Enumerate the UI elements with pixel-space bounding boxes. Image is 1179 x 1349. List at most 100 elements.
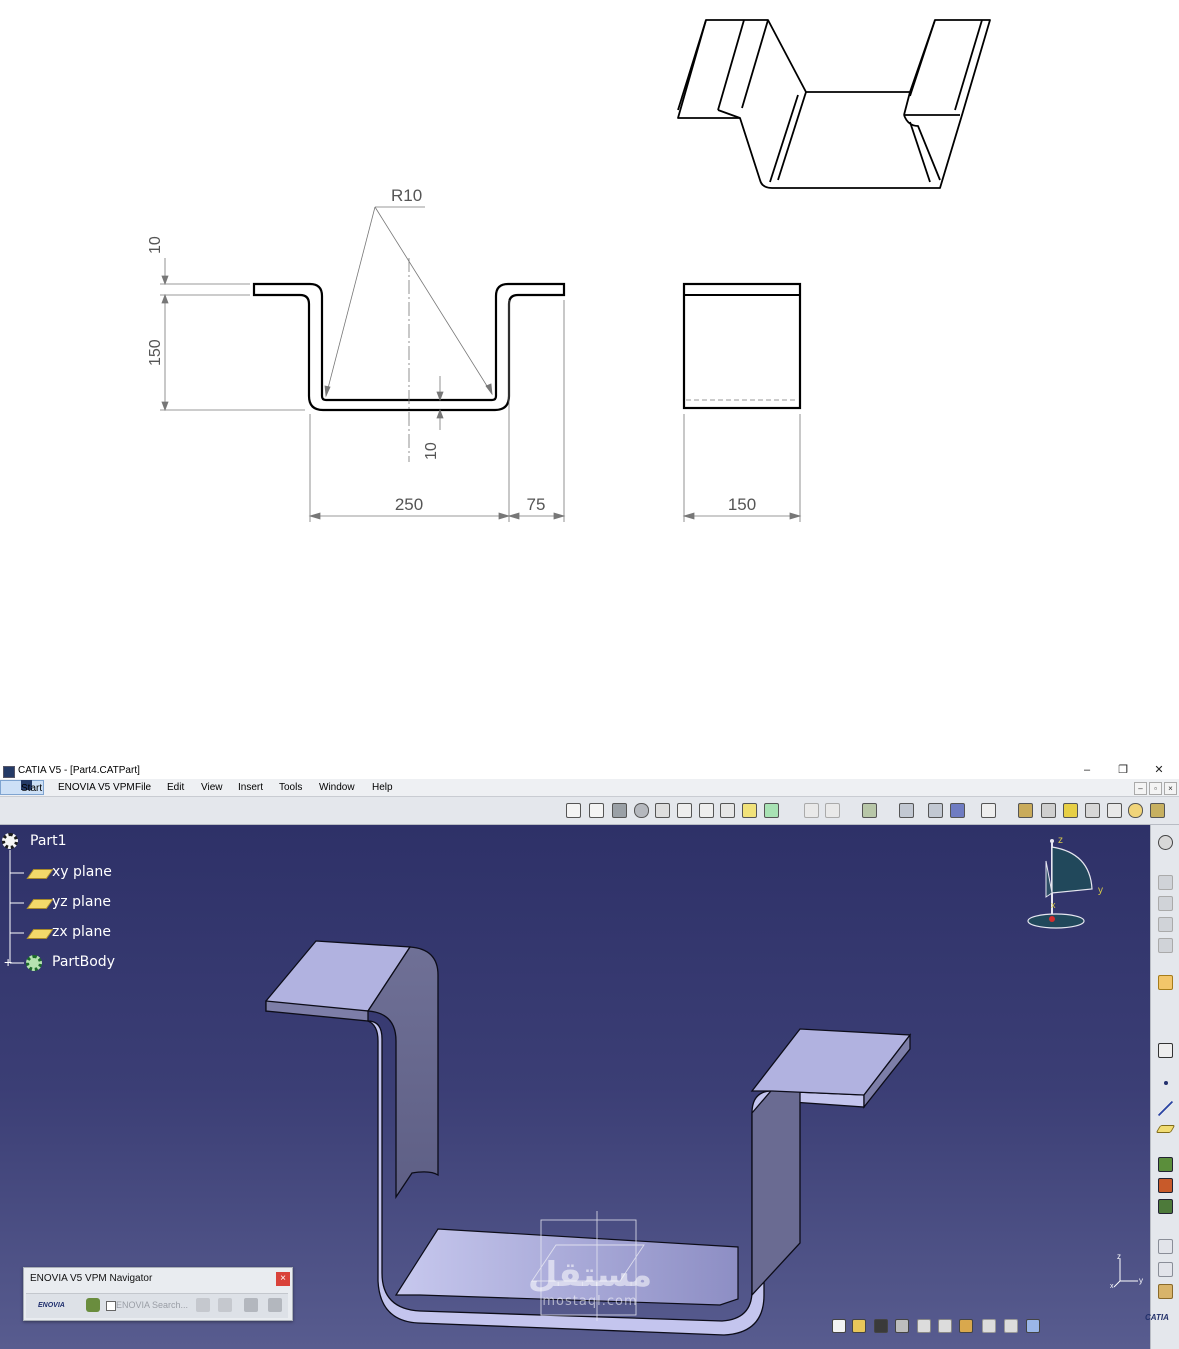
save-icon[interactable] — [874, 1319, 888, 1333]
dimension-lines — [160, 206, 802, 522]
menu-tools[interactable]: Tools — [279, 779, 302, 796]
nav-tool-4-icon[interactable] — [268, 1298, 282, 1312]
minimize-button[interactable]: – — [1072, 762, 1102, 779]
mdi-close-button[interactable]: × — [1164, 782, 1177, 795]
undo-icon[interactable] — [982, 1319, 996, 1333]
watermark-latin: mostaql.com — [542, 1294, 638, 1309]
restore-button[interactable]: ❐ — [1108, 762, 1138, 779]
open-icon[interactable] — [852, 1319, 866, 1333]
thickness-icon[interactable] — [764, 803, 779, 818]
menu-insert[interactable]: Insert — [238, 779, 263, 796]
pocket-icon[interactable] — [634, 803, 649, 818]
menu-enovia[interactable]: ENOVIA V5 VPM — [58, 779, 135, 796]
grid-icon[interactable] — [950, 803, 965, 818]
axis-triad: z y x — [1110, 1253, 1143, 1289]
constraint-2-icon[interactable] — [1158, 896, 1173, 911]
enovia-logo: ENOVIA — [38, 1302, 65, 1309]
watermark-arabic: مستقل — [527, 1255, 653, 1295]
constraint-1-icon[interactable] — [1158, 875, 1173, 890]
dim-thickness-bottom: 10 — [423, 442, 440, 460]
plane-icon[interactable] — [1155, 1125, 1176, 1133]
view-iso-icon[interactable] — [1018, 803, 1033, 818]
enovia-search-field[interactable]: ENOVIA Search... — [116, 1300, 188, 1310]
start-label: Start — [21, 783, 43, 794]
annotation-icon[interactable] — [1158, 1239, 1173, 1254]
shaft-icon[interactable] — [655, 803, 670, 818]
pad-icon[interactable] — [612, 803, 627, 818]
sketch-tool-icon[interactable] — [566, 803, 581, 818]
measure-2-icon[interactable] — [1158, 1178, 1173, 1193]
menu-bar: Start ENOVIA V5 VPM File Edit View Inser… — [0, 779, 1179, 797]
constraint-4-icon[interactable] — [1158, 938, 1173, 953]
compass-widget[interactable]: z y x — [1024, 833, 1110, 933]
line-icon[interactable] — [1158, 1101, 1173, 1116]
boolean-icon[interactable] — [825, 803, 840, 818]
workbench-gear-icon[interactable] — [1158, 835, 1173, 850]
positioned-sketch-icon[interactable] — [589, 803, 604, 818]
redo-icon[interactable] — [1004, 1319, 1018, 1333]
measure-3-icon[interactable] — [1158, 1199, 1173, 1214]
view-shaded-icon[interactable] — [1041, 803, 1056, 818]
start-menu[interactable]: Start — [0, 780, 44, 795]
compass-x-label: x — [1051, 900, 1056, 910]
draft-icon[interactable] — [720, 803, 735, 818]
enovia-tree-icon[interactable] — [86, 1298, 100, 1312]
pattern-icon[interactable] — [928, 803, 943, 818]
isometric-view — [677, 19, 991, 189]
point-icon[interactable] — [1164, 1081, 1168, 1085]
nav-tool-1-icon[interactable] — [196, 1298, 210, 1312]
menu-edit[interactable]: Edit — [167, 779, 184, 796]
material-icon[interactable] — [1158, 1284, 1173, 1299]
paste-icon[interactable] — [959, 1319, 973, 1333]
sketcher-icon[interactable] — [1158, 1043, 1173, 1058]
radius-label: R10 — [391, 186, 422, 205]
constraint-3-icon[interactable] — [1158, 917, 1173, 932]
navigator-close-button[interactable]: × — [276, 1272, 290, 1286]
catia-logo: CATIA — [1145, 1313, 1169, 1322]
mdi-minimize-button[interactable]: – — [1134, 782, 1147, 795]
print-icon[interactable] — [895, 1319, 909, 1333]
mdi-restore-button[interactable]: ▫ — [1149, 782, 1162, 795]
nav-tool-3-icon[interactable] — [244, 1298, 258, 1312]
menu-help[interactable]: Help — [372, 779, 393, 796]
light-icon[interactable] — [1158, 1262, 1173, 1277]
view-target-icon[interactable] — [1128, 803, 1143, 818]
triad-z-label: z — [1117, 1253, 1121, 1261]
cut-icon[interactable] — [917, 1319, 931, 1333]
mirror-icon[interactable] — [899, 803, 914, 818]
navigator-title: ENOVIA V5 VPM Navigator — [30, 1273, 153, 1284]
measure-1-icon[interactable] — [1158, 1157, 1173, 1172]
view-front-icon[interactable] — [1063, 803, 1078, 818]
triad-x-label: x — [1110, 1283, 1114, 1289]
window-title: CATIA V5 - [Part4.CATPart] — [18, 765, 140, 776]
menu-view[interactable]: View — [201, 779, 223, 796]
title-bar: CATIA V5 - [Part4.CATPart] – ❐ ✕ — [0, 762, 1179, 779]
split-icon[interactable] — [804, 803, 819, 818]
fillet-icon[interactable] — [677, 803, 692, 818]
new-icon[interactable] — [832, 1319, 846, 1333]
chamfer-icon[interactable] — [699, 803, 714, 818]
dim-flange: 75 — [527, 495, 546, 514]
search-checkbox[interactable] — [106, 1301, 116, 1311]
select-arrow-icon[interactable] — [1158, 975, 1173, 990]
translate-icon[interactable] — [862, 803, 877, 818]
top-toolbar — [0, 797, 1179, 825]
whats-this-icon[interactable] — [1026, 1319, 1040, 1333]
watermark: مستقل mostaql.com — [515, 1255, 665, 1309]
menu-file[interactable]: File — [135, 779, 151, 796]
dim-width: 250 — [395, 495, 423, 514]
render-style-icon[interactable] — [1150, 803, 1165, 818]
view-edges-icon[interactable] — [1085, 803, 1100, 818]
right-toolbar: CATIA — [1145, 825, 1179, 1349]
close-button[interactable]: ✕ — [1144, 762, 1174, 779]
menu-window[interactable]: Window — [319, 779, 355, 796]
copy-icon[interactable] — [938, 1319, 952, 1333]
side-view — [682, 282, 802, 410]
triad-y-label: y — [1139, 1276, 1143, 1285]
fit-all-icon[interactable] — [981, 803, 996, 818]
dim-height: 150 — [147, 339, 164, 366]
nav-tool-2-icon[interactable] — [218, 1298, 232, 1312]
view-wire-icon[interactable] — [1107, 803, 1122, 818]
shell-icon[interactable] — [742, 803, 757, 818]
compass-y-label: y — [1098, 885, 1103, 896]
